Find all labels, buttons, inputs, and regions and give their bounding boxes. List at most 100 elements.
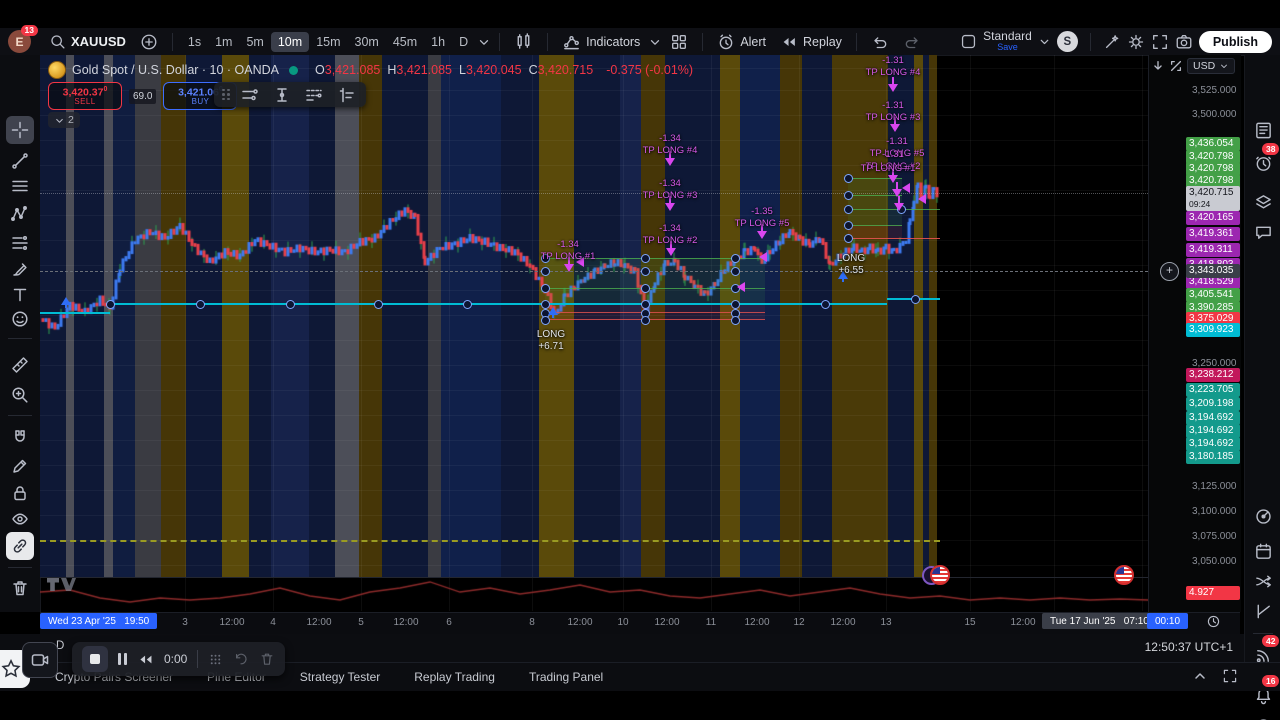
timeframe-button[interactable]: 1m (208, 32, 239, 52)
bottom-tab[interactable]: Strategy Tester (300, 670, 380, 684)
object-tree-layers-icon[interactable] (1252, 191, 1274, 213)
currency-select[interactable]: USD (1187, 58, 1235, 74)
drag-handle-dot[interactable] (731, 300, 740, 309)
drag-handle-dot[interactable] (541, 316, 550, 325)
timeframe-button[interactable]: 10m (271, 32, 309, 52)
timeframe-button[interactable]: 1s (181, 32, 208, 52)
replay-button[interactable]: Replay (774, 30, 848, 54)
pane-divider[interactable] (40, 577, 1240, 578)
indicators-chevron-icon[interactable] (648, 35, 662, 49)
drag-handle-dot[interactable] (844, 191, 853, 200)
speed-grid-icon[interactable] (208, 652, 223, 667)
record-camera-button[interactable] (22, 642, 58, 678)
restart-loop-icon[interactable] (233, 651, 249, 667)
candlestick-chart-canvas[interactable] (40, 55, 1148, 611)
user-avatar[interactable]: E 13 (8, 30, 31, 53)
calendar-icon[interactable] (1252, 540, 1274, 562)
indicators-button[interactable]: Indicators (556, 29, 646, 54)
sync-drawings-link-icon[interactable] (6, 532, 34, 560)
drag-handle-dot[interactable] (731, 316, 740, 325)
drag-handle-dot[interactable] (641, 300, 650, 309)
screenshot-camera-icon[interactable] (1175, 33, 1193, 51)
sell-button[interactable]: 3,420.370 SELL (48, 82, 122, 110)
pause-button[interactable] (118, 653, 127, 665)
drag-handle-dot[interactable] (844, 234, 853, 243)
horizontal-levels-tool-icon[interactable] (238, 84, 262, 105)
drag-handle-dot[interactable] (731, 267, 740, 276)
parallel-channel-tool-icon[interactable] (6, 172, 34, 200)
drag-handle-icon[interactable] (222, 89, 230, 101)
hidden-indicators-pill[interactable]: 2 (48, 112, 80, 128)
drawing-mode-pencil-icon[interactable] (6, 452, 34, 480)
drag-handle-dot[interactable] (911, 295, 920, 304)
timeframe-button[interactable]: D (452, 32, 475, 52)
time-axis-settings-icon[interactable] (1206, 614, 1221, 629)
alerts-clock-icon[interactable] (1252, 152, 1274, 174)
legend-title[interactable]: Gold Spot / U.S. Dollar · 10 · OANDA (72, 63, 279, 77)
collaborator-avatar[interactable]: S (1057, 31, 1078, 52)
drag-handle-dot[interactable] (541, 254, 550, 263)
drag-handle-dot[interactable] (731, 254, 740, 263)
magnet-tool-icon[interactable] (6, 424, 34, 452)
emoji-tool-icon[interactable] (6, 305, 34, 333)
crosshair-tool-icon[interactable] (6, 116, 34, 144)
vertical-measure-tool-icon[interactable] (270, 84, 294, 105)
zoom-in-tool-icon[interactable] (6, 381, 34, 409)
quick-search-icon[interactable] (1103, 33, 1121, 51)
replay-start-label[interactable]: Wed 23 Apr '25 19:50 (40, 613, 157, 629)
drag-handle-dot[interactable] (286, 300, 295, 309)
brush-tool-icon[interactable] (6, 255, 34, 283)
timeframe-button[interactable]: 5m (239, 32, 270, 52)
drag-handle-dot[interactable] (844, 221, 853, 230)
drag-handle-dot[interactable] (641, 254, 650, 263)
remove-drawings-trash-icon[interactable] (6, 574, 34, 602)
delete-recording-trash-icon[interactable] (259, 651, 275, 667)
price-scale[interactable] (1148, 55, 1241, 612)
drag-handle-dot[interactable] (641, 267, 650, 276)
maximize-panel-icon[interactable] (1222, 668, 1238, 684)
timeframe-button[interactable]: 1h (424, 32, 452, 52)
chat-icon[interactable] (1252, 221, 1274, 243)
drag-handle-dot[interactable] (844, 205, 853, 214)
us-flag-event-icon[interactable] (930, 565, 950, 585)
trend-line-tool-icon[interactable] (6, 147, 34, 175)
compare-add-symbol-button[interactable] (134, 30, 164, 54)
collapse-panel-chevron-icon[interactable] (1192, 668, 1208, 684)
timeframe-menu-chevron-icon[interactable] (477, 35, 491, 49)
layout-selector[interactable]: Standard Save (983, 30, 1032, 52)
dotted-levels-tool-icon[interactable] (302, 84, 326, 105)
drag-handle-dot[interactable] (374, 300, 383, 309)
position-tool-icon[interactable] (6, 229, 34, 257)
timeframe-button[interactable]: 45m (386, 32, 424, 52)
screener-arrows-icon[interactable] (1252, 570, 1274, 592)
rewind-button[interactable] (137, 651, 154, 668)
pattern-tool-icon[interactable] (6, 200, 34, 228)
bottom-tab[interactable]: Trading Panel (529, 670, 603, 684)
symbol-search-button[interactable]: XAUUSD (43, 30, 132, 53)
scroll-down-icon[interactable] (1151, 59, 1165, 73)
undo-button[interactable] (865, 30, 895, 54)
drag-handle-dot[interactable] (844, 174, 853, 183)
publish-button[interactable]: Publish (1199, 31, 1272, 53)
help-icon[interactable] (1252, 715, 1274, 720)
radar-scanner-icon[interactable] (1252, 505, 1274, 527)
crosshair-plus-icon[interactable]: + (1160, 262, 1179, 281)
layout-save-link[interactable]: Save (997, 43, 1018, 52)
settings-gear-icon[interactable] (1127, 33, 1145, 51)
drag-handle-dot[interactable] (821, 300, 830, 309)
timeframe-button[interactable]: 15m (309, 32, 347, 52)
alert-button[interactable]: Alert (711, 30, 772, 54)
chart-type-button[interactable] (508, 29, 539, 54)
layout-chevron-icon[interactable] (1038, 35, 1051, 48)
replay-end-time[interactable]: 00:10 (1147, 613, 1188, 629)
drag-handle-dot[interactable] (196, 300, 205, 309)
bottom-tab[interactable]: Replay Trading (414, 670, 495, 684)
drag-handle-dot[interactable] (641, 316, 650, 325)
drag-handle-dot[interactable] (541, 267, 550, 276)
stop-button[interactable] (82, 646, 108, 672)
checkbox-icon[interactable] (960, 33, 977, 50)
lock-drawings-icon[interactable] (6, 479, 34, 507)
hide-drawings-eye-icon[interactable] (6, 505, 34, 533)
measure-ruler-tool-icon[interactable] (6, 351, 34, 379)
drag-handle-dot[interactable] (641, 284, 650, 293)
